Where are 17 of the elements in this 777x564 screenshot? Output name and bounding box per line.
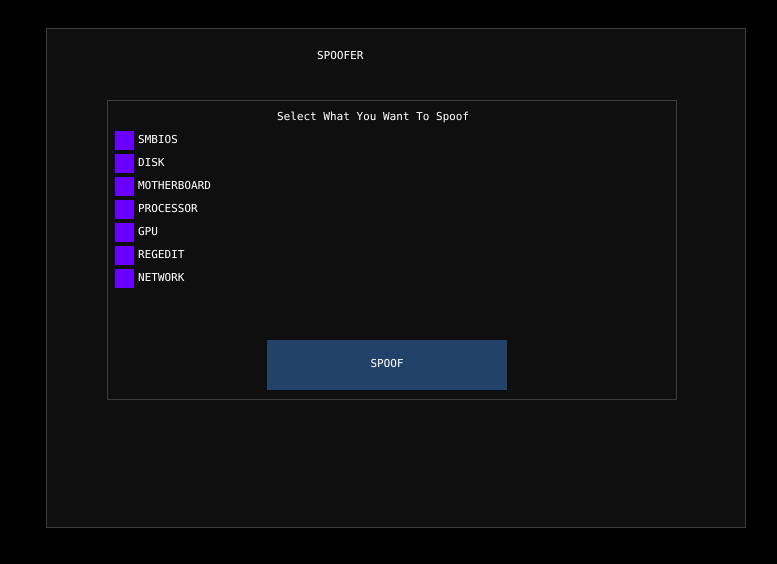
option-label: REGEDIT	[138, 246, 184, 263]
option-label: PROCESSOR	[138, 200, 198, 217]
checkbox[interactable]	[115, 200, 134, 218]
option-label: GPU	[138, 224, 158, 240]
option-label: MOTHERBOARD	[138, 178, 211, 194]
option-label: NETWORK	[138, 270, 184, 286]
checkbox[interactable]	[115, 176, 134, 196]
window-title: SPOOFER	[317, 48, 364, 64]
option-label: DISK	[138, 154, 164, 171]
panel-heading: Select What You Want To Spoof	[277, 108, 470, 124]
checkbox[interactable]	[115, 246, 134, 264]
spoof-button[interactable]: SPOOF	[267, 340, 507, 390]
checkbox[interactable]	[115, 130, 134, 150]
checkbox[interactable]	[115, 222, 134, 242]
checkbox[interactable]	[115, 154, 134, 172]
checkbox[interactable]	[115, 268, 134, 288]
option-label: SMBIOS	[138, 132, 178, 148]
